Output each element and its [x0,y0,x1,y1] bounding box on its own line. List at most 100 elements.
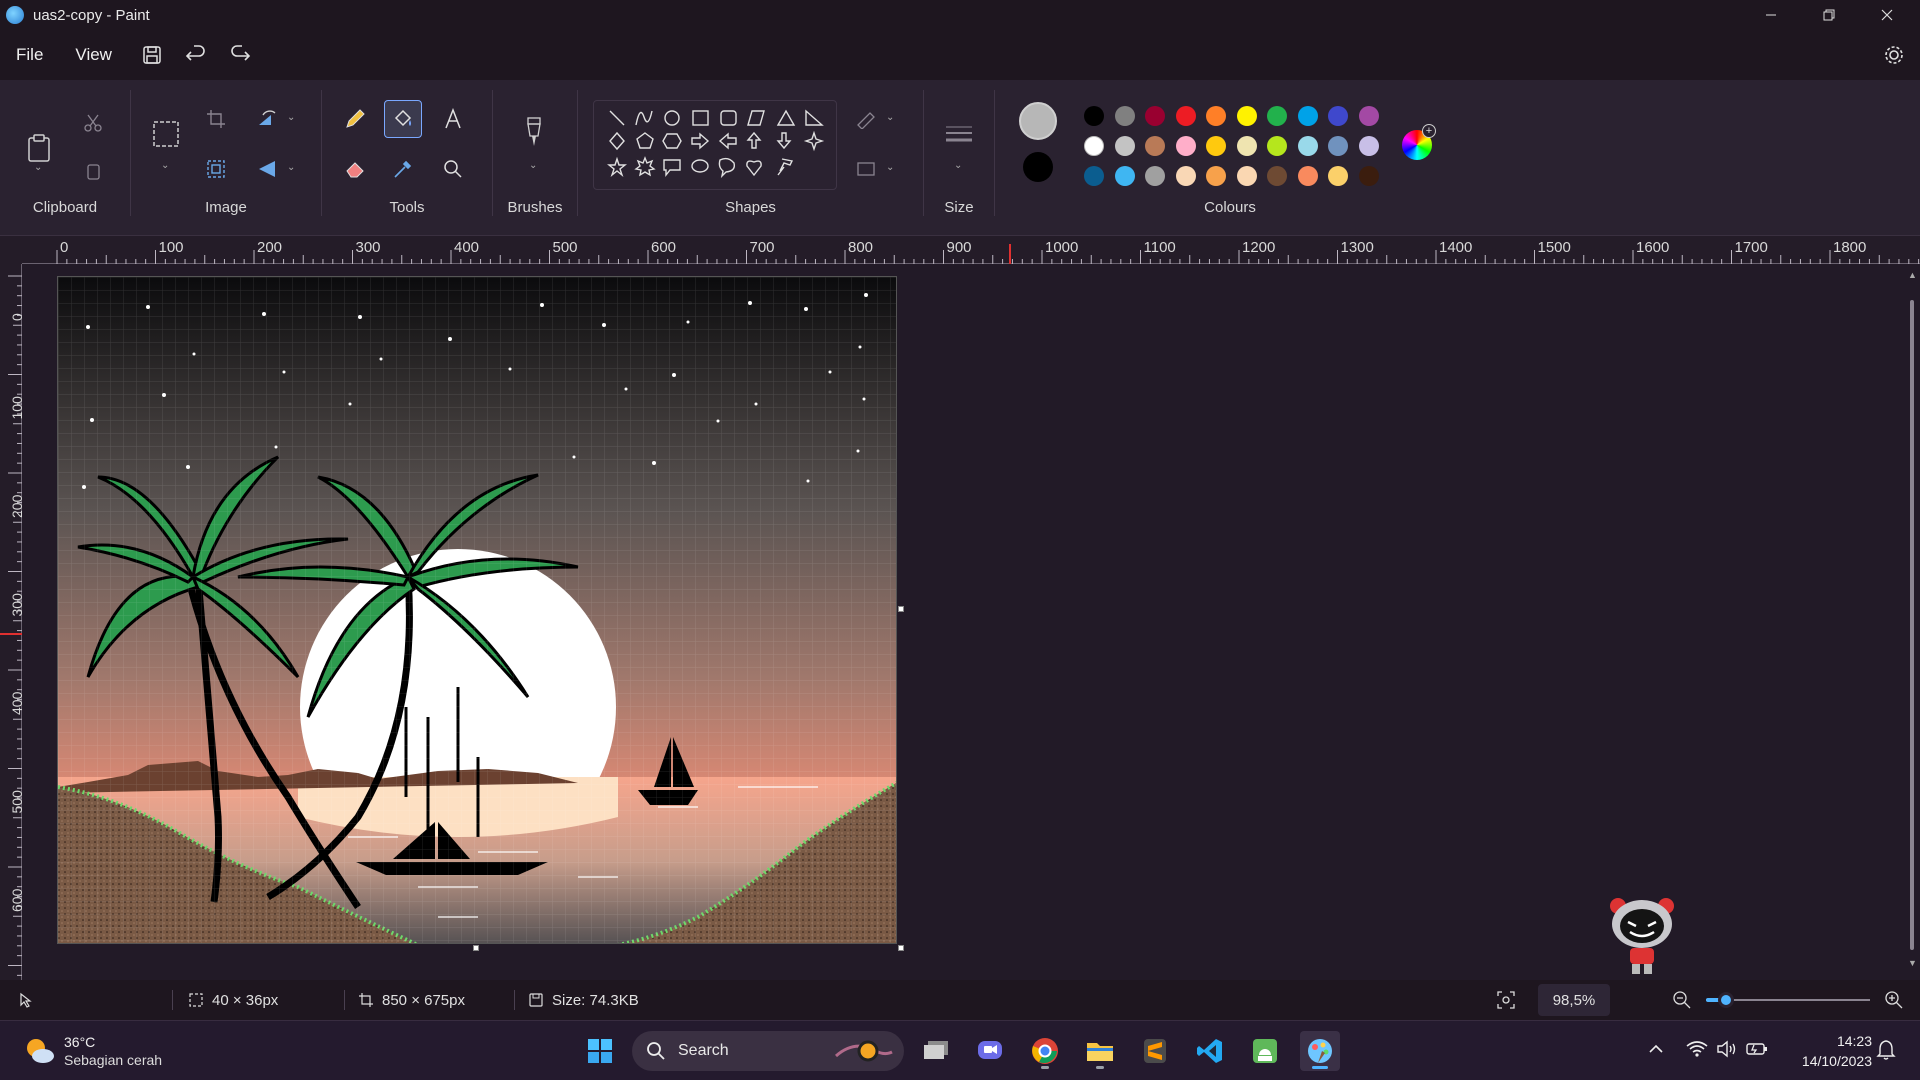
palette-swatch[interactable] [1328,136,1348,156]
chat-app-button[interactable] [970,1031,1010,1071]
color-picker-tool[interactable] [384,150,422,188]
start-button[interactable] [580,1031,620,1071]
file-explorer-button[interactable] [1080,1031,1120,1071]
scrollbar-thumb[interactable] [1910,300,1914,950]
show-hidden-icons-chevron-up-icon[interactable] [1648,1041,1664,1062]
copy-button[interactable] [74,152,112,190]
task-view-button[interactable] [916,1031,956,1071]
palette-swatch[interactable] [1206,166,1226,186]
palette-swatch[interactable] [1267,166,1287,186]
zoom-level[interactable]: 98,5% [1538,984,1610,1016]
palette-swatch[interactable] [1358,136,1379,156]
palette-swatch[interactable] [1206,136,1226,156]
volume-icon[interactable] [1716,1039,1738,1064]
shape-outline-button[interactable] [848,100,886,138]
edit-colors-icon[interactable]: + [1402,124,1436,160]
palette-swatch[interactable] [1328,166,1348,186]
zoom-in-icon[interactable] [1884,980,1904,1020]
scroll-down-arrow-icon[interactable]: ▼ [1908,958,1917,968]
magnifier-tool[interactable] [434,150,472,188]
wifi-icon[interactable] [1686,1039,1708,1064]
palette-swatch[interactable] [1145,136,1165,156]
menu-file[interactable]: File [0,37,59,73]
rotate-chevron-down-icon[interactable]: ⌄ [287,112,295,123]
secondary-color-swatch[interactable] [1023,152,1053,182]
resize-button[interactable] [197,150,235,188]
flip-button[interactable] [249,150,287,188]
android-studio-button[interactable] [1245,1031,1285,1071]
notification-bell-icon[interactable] [1876,1039,1896,1066]
palette-swatch[interactable] [1114,136,1135,156]
zoom-out-icon[interactable] [1672,980,1692,1020]
crop-button[interactable] [197,100,235,138]
zoom-slider-thumb[interactable] [1717,992,1734,1008]
palette-swatch[interactable] [1084,166,1104,186]
palette-swatch[interactable] [1145,106,1165,126]
fill-chevron-down-icon[interactable]: ⌄ [886,162,894,173]
canvas-resize-handle-right[interactable] [898,606,904,612]
palette-swatch[interactable] [1145,166,1165,186]
palette-swatch[interactable] [1236,166,1257,186]
primary-color-swatch[interactable] [1019,102,1057,140]
battery-icon[interactable] [1746,1039,1768,1064]
paste-chevron-down-icon[interactable]: ⌄ [34,162,42,173]
close-button[interactable] [1858,0,1916,30]
canvas-area[interactable] [22,264,1920,980]
palette-swatch[interactable] [1358,106,1379,126]
undo-icon[interactable] [176,35,216,75]
palette-swatch[interactable] [1297,166,1318,186]
select-chevron-down-icon[interactable]: ⌄ [161,160,169,171]
cut-button[interactable] [74,104,112,142]
palette-swatch[interactable] [1206,106,1226,126]
sublime-text-button[interactable] [1135,1031,1175,1071]
clock[interactable]: 14:23 14/10/2023 [1780,1031,1872,1071]
flip-chevron-down-icon[interactable]: ⌄ [287,162,295,173]
zoom-slider[interactable] [1706,980,1870,1020]
vscode-button[interactable] [1190,1031,1230,1071]
restore-button[interactable] [1800,0,1858,30]
chrome-app-button[interactable] [1025,1031,1065,1071]
settings-icon[interactable] [1874,35,1914,75]
brush-button[interactable] [515,108,553,156]
palette-swatch[interactable] [1236,106,1257,126]
scroll-up-arrow-icon[interactable]: ▲ [1908,270,1917,280]
drawing-canvas[interactable] [57,276,897,944]
outline-chevron-down-icon[interactable]: ⌄ [886,112,894,123]
palette-swatch[interactable] [1297,136,1318,156]
brushes-chevron-down-icon[interactable]: ⌄ [529,160,537,171]
weather-widget[interactable]: 36°C Sebagian cerah [22,1033,162,1069]
palette-swatch[interactable] [1297,106,1318,126]
palette-swatch[interactable] [1328,106,1348,126]
minimize-button[interactable] [1742,0,1800,30]
palette-swatch[interactable] [1267,136,1287,156]
rotate-button[interactable] [249,100,287,138]
palette-swatch[interactable] [1175,136,1196,156]
palette-swatch[interactable] [1267,106,1287,126]
palette-swatch[interactable] [1114,106,1135,126]
select-button[interactable] [147,112,185,156]
palette-swatch[interactable] [1084,106,1104,126]
text-tool[interactable] [434,100,472,138]
palette-swatch[interactable] [1175,106,1196,126]
vertical-scrollbar[interactable]: ▲ ▼ [1908,270,1917,970]
canvas-resize-handle-bottom[interactable] [473,945,479,951]
palette-swatch[interactable] [1114,166,1135,186]
size-chevron-down-icon[interactable]: ⌄ [954,160,962,171]
size-button[interactable] [940,116,978,154]
paint-app-button[interactable] [1300,1031,1340,1071]
palette-swatch[interactable] [1236,136,1257,156]
shapes-gallery-icons[interactable] [594,101,838,191]
shape-fill-button[interactable] [848,150,886,188]
canvas-resize-handle-corner[interactable] [898,945,904,951]
menu-view[interactable]: View [59,37,128,73]
save-icon[interactable] [132,35,172,75]
palette-swatch[interactable] [1175,166,1196,186]
pencil-tool[interactable] [336,100,374,138]
eraser-tool[interactable] [336,150,374,188]
palette-swatch[interactable] [1358,166,1379,186]
redo-icon[interactable] [220,35,260,75]
fit-to-window-icon[interactable] [1496,980,1516,1020]
fill-bucket-tool[interactable] [384,100,422,138]
taskbar-search[interactable]: Search [632,1031,904,1071]
palette-swatch[interactable] [1084,136,1104,156]
